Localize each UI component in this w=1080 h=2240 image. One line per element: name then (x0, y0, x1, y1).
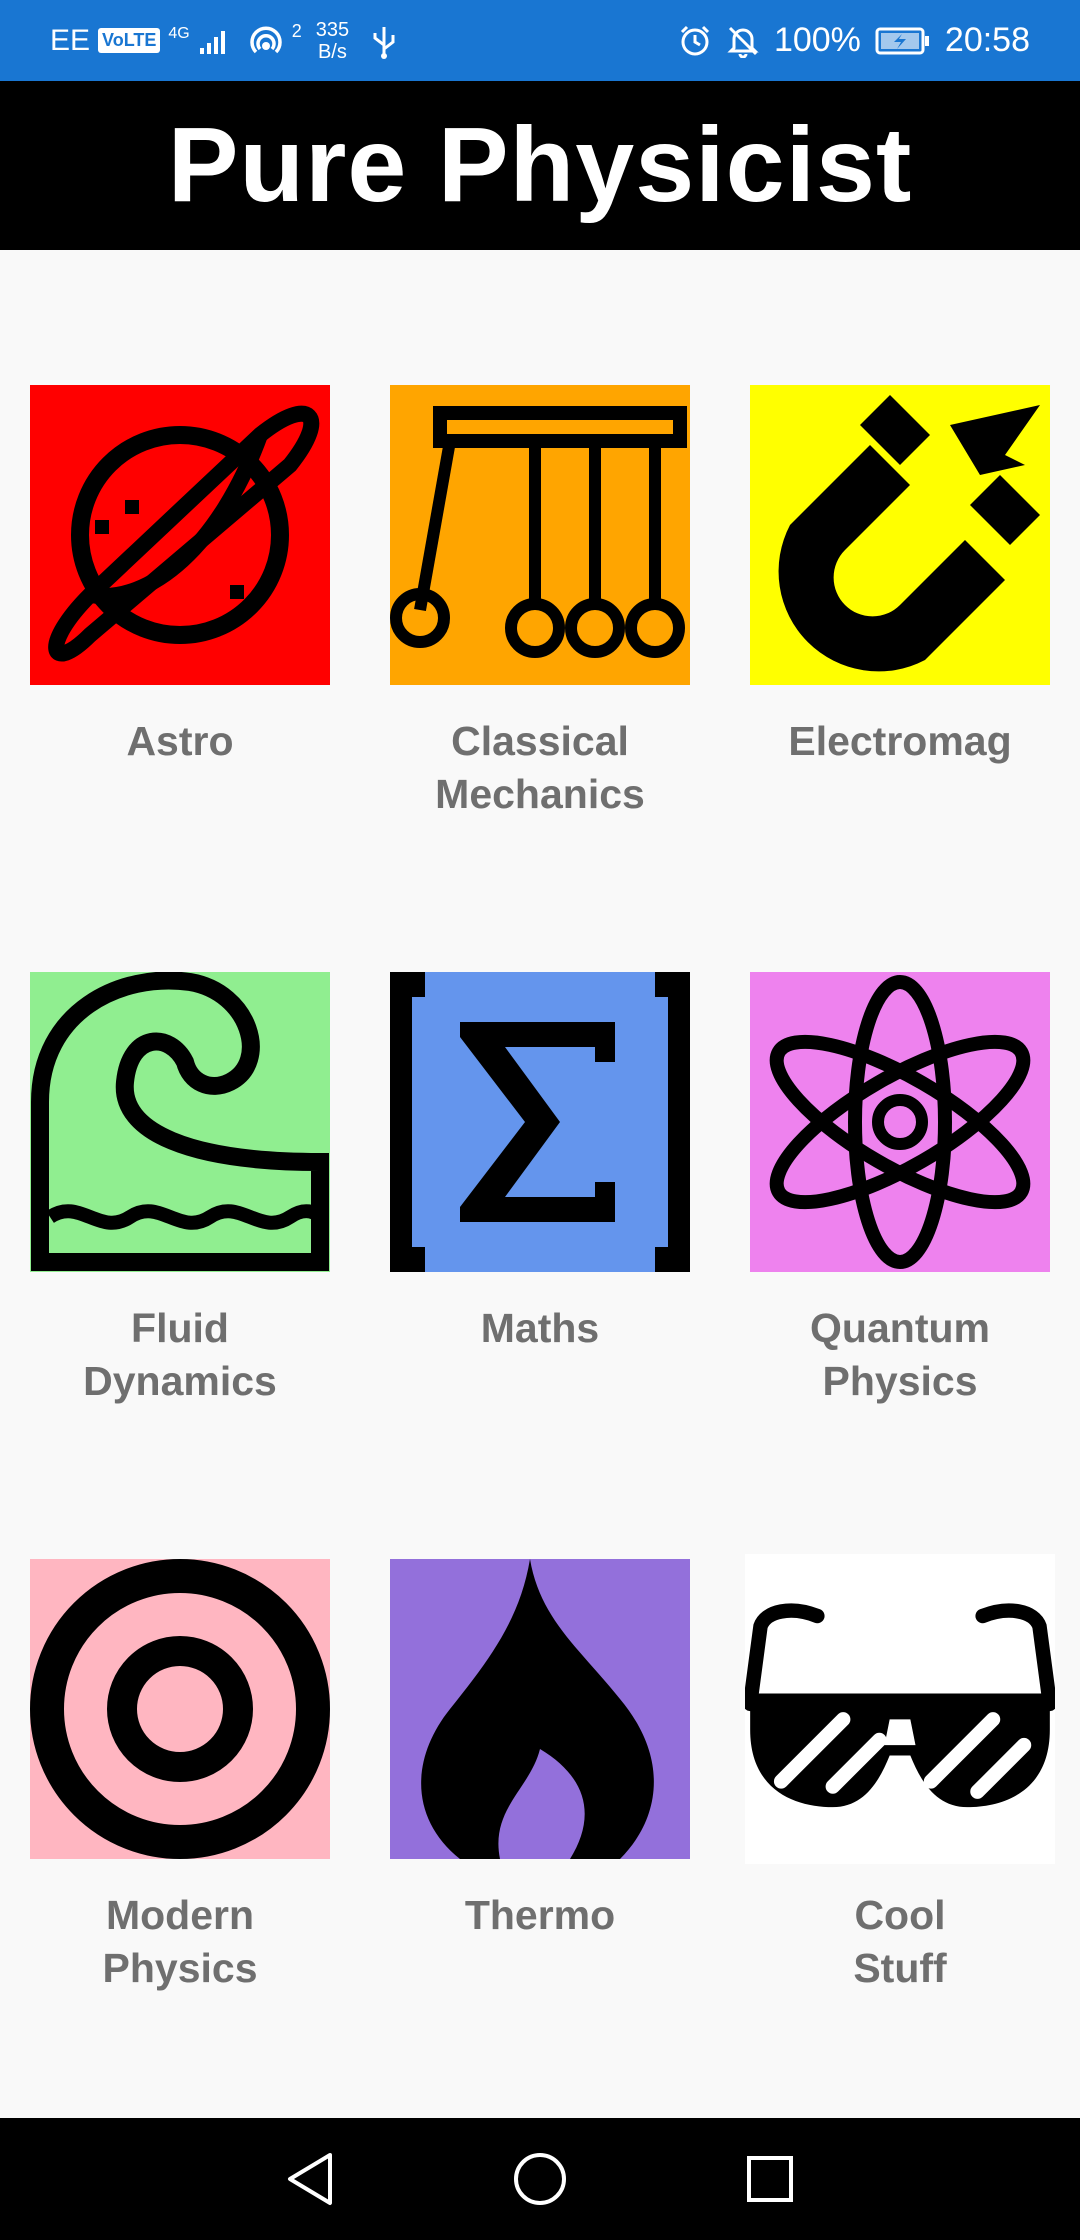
category-label[interactable]: Cool Stuff (710, 1889, 1080, 1995)
status-right: 100% 20:58 (678, 0, 1030, 81)
recents-button[interactable] (700, 2118, 840, 2240)
sigma-icon[interactable] (390, 972, 690, 1272)
volte-badge: VoLTE (98, 28, 161, 53)
category-tile-electromag[interactable]: Electromag (750, 385, 1050, 764)
alarm-icon (680, 25, 709, 55)
app-header: Pure Physicist (0, 81, 1080, 250)
category-tile-quantum-physics[interactable]: Quantum Physics (750, 972, 1050, 1404)
net-speed: 335 B/s (316, 19, 349, 63)
hotspot-count: 2 (291, 21, 302, 41)
category-label[interactable]: Maths (350, 1302, 730, 1355)
category-tile-thermo[interactable]: Thermo (390, 1559, 690, 1938)
category-label[interactable]: Modern Physics (0, 1889, 370, 1995)
back-icon[interactable] (284, 2151, 336, 2207)
network-type: 4G (168, 24, 190, 42)
category-tile-fluid-dynamics[interactable]: Fluid Dynamics (30, 972, 330, 1404)
category-label[interactable]: Electromag (710, 715, 1080, 768)
signal-icon (199, 30, 225, 54)
back-button[interactable] (240, 2118, 380, 2240)
category-tile-modern-physics[interactable]: Modern Physics (30, 1559, 330, 1991)
category-label[interactable]: Thermo (350, 1889, 730, 1942)
newtons-cradle-icon[interactable] (390, 385, 690, 685)
battery-icon (875, 27, 929, 54)
status-left: EE VoLTE 4G 2 335 B/s (50, 0, 399, 81)
recents-icon[interactable] (745, 2154, 795, 2204)
system-nav-bar (0, 2118, 1080, 2240)
flame-icon[interactable] (390, 1559, 690, 1859)
net-speed-unit: B/s (317, 40, 347, 63)
status-bar: EE VoLTE 4G 2 335 B/s 100% 20:58 (0, 0, 1080, 81)
category-tile-maths[interactable]: Maths (390, 972, 690, 1351)
atom-icon[interactable] (750, 972, 1050, 1272)
usb-icon (373, 26, 395, 59)
category-tile-classical-mechanics[interactable]: Classical Mechanics (390, 385, 690, 817)
category-tile-cool-stuff[interactable]: Cool Stuff (745, 1554, 1055, 1991)
home-icon[interactable] (512, 2151, 568, 2207)
page-title: Pure Physicist (167, 106, 913, 224)
hotspot-icon (249, 25, 282, 53)
target-icon[interactable] (30, 1559, 330, 1859)
battery-percent: 100% (773, 21, 861, 59)
clock: 20:58 (944, 21, 1030, 59)
net-speed-value: 335 (315, 18, 350, 41)
category-label[interactable]: Fluid Dynamics (0, 1302, 370, 1408)
mute-icon (727, 26, 759, 58)
sunglasses-icon[interactable] (745, 1554, 1055, 1864)
home-button[interactable] (470, 2118, 610, 2240)
tile-background (750, 972, 1050, 1272)
category-tile-astro[interactable]: Astro (30, 385, 330, 764)
planet-icon[interactable] (30, 385, 330, 685)
carrier-name: EE (50, 23, 91, 57)
category-label[interactable]: Classical Mechanics (350, 715, 730, 821)
category-label[interactable]: Astro (0, 715, 370, 768)
category-label[interactable]: Quantum Physics (710, 1302, 1080, 1408)
wave-icon[interactable] (30, 972, 330, 1272)
magnet-icon[interactable] (750, 385, 1050, 685)
